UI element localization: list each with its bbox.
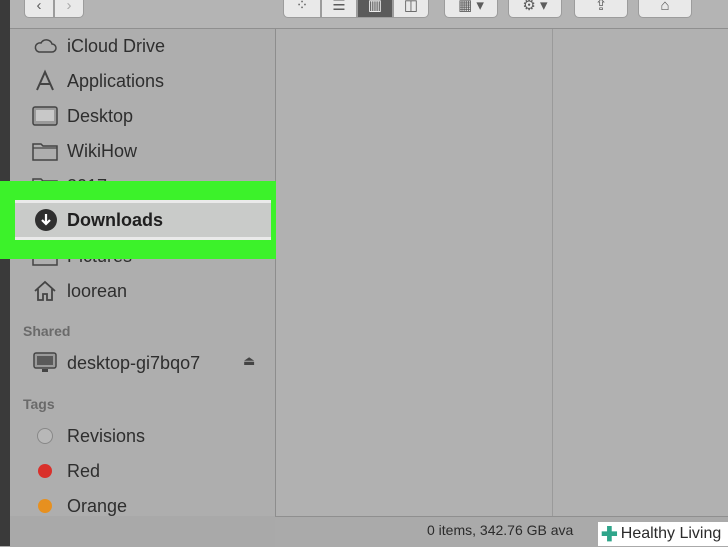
column-view-button[interactable]: ▥ bbox=[357, 0, 393, 18]
monitor-icon bbox=[32, 350, 58, 376]
forward-button[interactable]: › bbox=[54, 0, 84, 18]
cover-flow-icon: ◫ bbox=[403, 0, 419, 14]
sidebar-item-label: Applications bbox=[67, 70, 165, 91]
icon-view-button[interactable]: ⁘ bbox=[283, 0, 321, 18]
sidebar-item-label: Desktop bbox=[67, 105, 134, 126]
sidebar-item-label: Orange bbox=[67, 495, 128, 516]
toolbar: ‹ › ⁘ ☰ ▥ ◫ ▦ ▾ ⚙ ▾ ⇪ ⌂ bbox=[10, 0, 728, 29]
share-button[interactable]: ⇪ bbox=[574, 0, 628, 18]
back-button[interactable]: ‹ bbox=[24, 0, 54, 18]
sidebar-item-loorean[interactable]: loorean bbox=[10, 275, 275, 307]
icon-view-icon: ⁘ bbox=[295, 0, 309, 14]
column-view-icon: ▥ bbox=[367, 0, 383, 14]
tag-button[interactable]: ⌂ bbox=[638, 0, 692, 18]
grid-arrange-icon: ▦ ▾ bbox=[458, 0, 484, 14]
nav-buttons: ‹ › bbox=[24, 0, 84, 18]
browser-column-1[interactable] bbox=[276, 29, 553, 516]
sidebar-item-label: Downloads bbox=[67, 209, 164, 230]
cloud-icon bbox=[32, 33, 58, 59]
watermark-badge: ✚ Healthy Living bbox=[598, 522, 728, 546]
sidebar-tag-revisions[interactable]: Revisions bbox=[10, 420, 275, 452]
status-text: 0 items, 342.76 GB ava bbox=[427, 522, 574, 538]
watermark-text: Healthy Living bbox=[620, 525, 722, 542]
gear-icon: ⚙ ▾ bbox=[522, 0, 548, 14]
arrange-button[interactable]: ▦ ▾ bbox=[444, 0, 498, 18]
tag-dot-icon bbox=[32, 423, 58, 449]
cover-flow-view-button[interactable]: ◫ bbox=[393, 0, 429, 18]
sidebar-tag-orange[interactable]: Orange bbox=[10, 490, 275, 516]
view-mode-control: ⁘ ☰ ▥ ◫ bbox=[283, 0, 429, 18]
share-icon: ⇪ bbox=[594, 0, 608, 14]
plus-icon: ✚ bbox=[601, 523, 618, 546]
action-button[interactable]: ⚙ ▾ bbox=[508, 0, 562, 18]
shared-section-header: Shared bbox=[23, 323, 71, 339]
sidebar-item-desktop[interactable]: Desktop bbox=[10, 100, 275, 132]
tags-section-header: Tags bbox=[23, 396, 55, 412]
chevron-right-icon: › bbox=[66, 0, 72, 14]
chevron-left-icon: ‹ bbox=[36, 0, 42, 14]
tag-icon: ⌂ bbox=[660, 0, 670, 14]
sidebar-item-downloads[interactable]: Downloads bbox=[15, 200, 271, 240]
sidebar-item-label: WikiHow bbox=[67, 140, 137, 161]
eject-icon[interactable]: ⏏ bbox=[243, 353, 255, 369]
tag-dot-icon bbox=[32, 493, 58, 516]
sidebar: iCloud Drive Applications Desktop WikiHo… bbox=[10, 29, 276, 516]
applications-icon bbox=[32, 68, 58, 94]
sidebar-item-label: iCloud Drive bbox=[67, 35, 166, 56]
sidebar-item-icloud-drive[interactable]: iCloud Drive bbox=[10, 30, 275, 62]
downloads-icon bbox=[33, 207, 59, 233]
sidebar-tag-red[interactable]: Red bbox=[10, 455, 275, 487]
folder-icon bbox=[32, 138, 58, 164]
browser-column-2[interactable] bbox=[553, 29, 728, 516]
list-view-button[interactable]: ☰ bbox=[321, 0, 357, 18]
home-icon bbox=[32, 278, 58, 304]
tag-dot-icon bbox=[32, 458, 58, 484]
sidebar-item-desktop-gi7bqo7[interactable]: desktop-gi7bqo7 ⏏ bbox=[10, 347, 275, 379]
list-view-icon: ☰ bbox=[332, 0, 346, 14]
sidebar-item-label: Revisions bbox=[67, 425, 146, 446]
sidebar-item-label: desktop-gi7bqo7 bbox=[67, 352, 201, 373]
sidebar-item-label: Red bbox=[67, 460, 101, 481]
sidebar-item-wikihow[interactable]: WikiHow bbox=[10, 135, 275, 167]
sidebar-item-applications[interactable]: Applications bbox=[10, 65, 275, 97]
desktop-icon bbox=[32, 103, 58, 129]
window-edge bbox=[0, 0, 10, 546]
sidebar-item-label: loorean bbox=[67, 280, 128, 301]
